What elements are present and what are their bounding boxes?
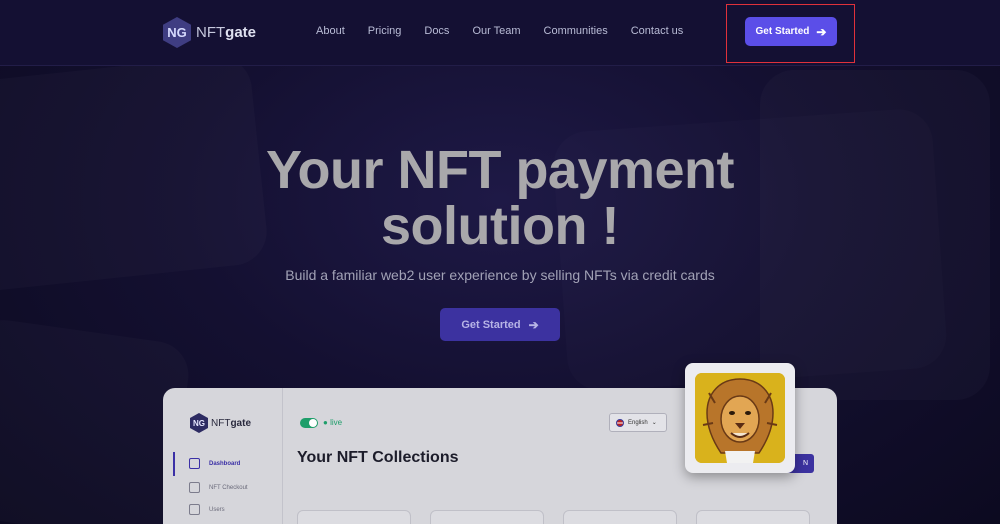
hero-subtitle: Build a familiar web2 user experience by…	[285, 267, 715, 283]
collection-card[interactable]	[297, 510, 411, 524]
logo-hex-icon: NG	[163, 17, 191, 48]
dashboard-logo-text: NFTgate	[211, 418, 251, 429]
dashboard-logo-suffix: gate	[230, 417, 252, 429]
nav-pricing[interactable]: Pricing	[368, 25, 402, 37]
cart-icon	[189, 482, 200, 493]
language-label: English	[628, 419, 648, 426]
main-nav: About Pricing Docs Our Team Communities …	[316, 25, 683, 37]
site-logo[interactable]: NG NFTgate	[163, 17, 256, 48]
sidebar-item-label: Users	[209, 506, 225, 513]
sidebar-item-label: Dashboard	[209, 460, 241, 467]
sidebar-item-users[interactable]: Users	[189, 504, 225, 515]
hero-get-started-button[interactable]: Get Started ➔	[440, 308, 560, 341]
dashboard-title: Your NFT Collections	[297, 449, 459, 466]
active-indicator	[173, 452, 175, 476]
dashboard-logo-prefix: NFT	[211, 417, 231, 429]
logo-suffix: gate	[225, 24, 257, 41]
sidebar-item-nft-checkout[interactable]: NFT Checkout	[189, 482, 248, 493]
nav-docs[interactable]: Docs	[424, 25, 449, 37]
language-select[interactable]: English ⌄	[609, 413, 667, 432]
dashboard-logo-hex-icon: NG	[190, 413, 208, 433]
collection-card[interactable]	[696, 510, 810, 524]
dashboard-sidebar: NG NFTgate Dashboard NFT Checkout Users	[163, 388, 283, 524]
nav-about[interactable]: About	[316, 25, 345, 37]
hero-title-line1: Your NFT payment	[265, 140, 735, 200]
lion-illustration	[695, 373, 785, 463]
highlight-box	[726, 4, 855, 63]
live-toggle[interactable]	[300, 418, 318, 428]
live-status: ● live	[323, 418, 343, 427]
sidebar-item-dashboard[interactable]: Dashboard	[189, 458, 240, 469]
collection-card[interactable]	[563, 510, 677, 524]
arrow-right-icon: ➔	[528, 317, 539, 332]
chevron-down-icon: ⌄	[651, 420, 657, 426]
lion-nft-image	[695, 373, 785, 463]
hero-title-line2: solution !	[381, 196, 619, 256]
sidebar-item-label: NFT Checkout	[209, 484, 248, 491]
hero-get-started-label: Get Started	[461, 318, 521, 331]
nft-preview-card	[685, 363, 795, 473]
collection-card[interactable]	[430, 510, 544, 524]
logo-prefix: NFT	[196, 24, 226, 41]
nav-our-team[interactable]: Our Team	[472, 25, 520, 37]
nav-contact-us[interactable]: Contact us	[631, 25, 684, 37]
hero-title: Your NFT payment solution !	[150, 142, 850, 254]
logo-text: NFTgate	[196, 24, 256, 41]
us-flag-icon	[616, 418, 624, 427]
dashboard-logo: NG NFTgate	[190, 413, 251, 433]
grid-icon	[189, 458, 200, 469]
nav-communities[interactable]: Communities	[544, 25, 608, 37]
live-status-label: live	[330, 418, 343, 427]
users-icon	[189, 504, 200, 515]
